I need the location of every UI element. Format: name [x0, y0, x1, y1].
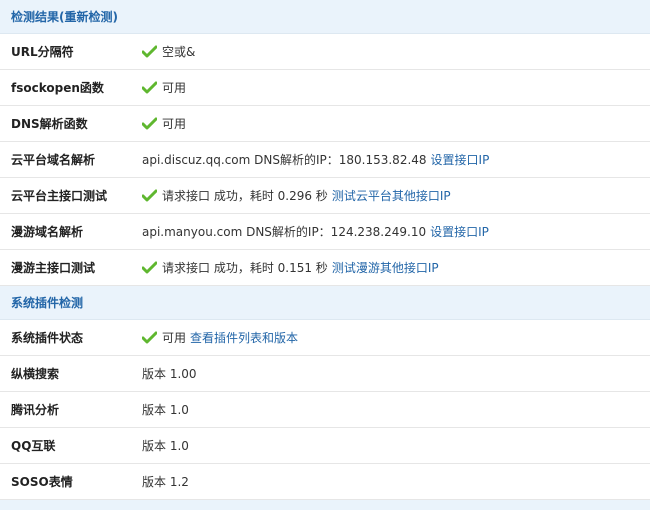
set-interface-ip-link[interactable]: 设置接口IP — [430, 223, 489, 240]
row-value: 版本 1.0 — [141, 437, 189, 454]
row-value-text: 可用 — [162, 331, 187, 345]
row-value-text: 可用 — [162, 117, 187, 131]
row-plugin-status: 系统插件状态 可用 查看插件列表和版本 — [0, 320, 650, 356]
check-icon — [142, 189, 157, 202]
row-label: 纵横搜索 — [11, 367, 60, 381]
row-value-text: 可用 — [162, 81, 187, 95]
row-value: 可用 — [141, 79, 186, 96]
row-value-text: api.manyou.com DNS解析的IP：124.238.249.10 — [142, 225, 427, 239]
row-label: 漫游主接口测试 — [11, 261, 96, 275]
check-icon — [142, 331, 157, 344]
check-icon — [142, 81, 157, 94]
check-icon — [142, 45, 157, 58]
row-value: 请求接口 成功，耗时 0.151 秒 测试漫游其他接口IP — [141, 259, 439, 276]
row-label: 漫游域名解析 — [11, 225, 84, 239]
section-title-plugins: 系统插件检测 — [11, 296, 84, 310]
row-label: 云平台主接口测试 — [11, 189, 108, 203]
row-value-text: 版本 1.0 — [142, 403, 189, 417]
row-value: api.discuz.qq.com DNS解析的IP：180.153.82.48… — [141, 151, 489, 168]
row-value-text: api.discuz.qq.com DNS解析的IP：180.153.82.48 — [142, 153, 427, 167]
row-value-text: 请求接口 成功，耗时 0.151 秒 — [162, 261, 328, 275]
recheck-link[interactable]: 重新检测 — [65, 10, 113, 24]
row-label: QQ互联 — [11, 439, 56, 453]
row-value: 可用 查看插件列表和版本 — [141, 329, 298, 346]
row-value: 版本 1.2 — [141, 473, 189, 490]
row-value: api.manyou.com DNS解析的IP：124.238.249.10 设… — [141, 223, 489, 240]
row-label: DNS解析函数 — [11, 117, 88, 131]
row-label: SOSO表情 — [11, 475, 73, 489]
row-plugin-soso-emoji: SOSO表情 版本 1.2 — [0, 464, 650, 500]
row-cloud-main-interface: 云平台主接口测试 请求接口 成功，耗时 0.296 秒 测试云平台其他接口IP — [0, 178, 650, 214]
row-value-text: 版本 1.00 — [142, 367, 197, 381]
row-label: URL分隔符 — [11, 45, 74, 59]
row-plugin-analytics: 腾讯分析 版本 1.0 — [0, 392, 650, 428]
test-manyou-other-ip-link[interactable]: 测试漫游其他接口IP — [332, 259, 439, 276]
row-dns-function: DNS解析函数 可用 — [0, 106, 650, 142]
row-value-text: 空或& — [162, 45, 196, 59]
view-plugin-list-link[interactable]: 查看插件列表和版本 — [190, 329, 298, 346]
row-plugin-search: 纵横搜索 版本 1.00 — [0, 356, 650, 392]
section-title-results: 检测结果(重新检测) — [11, 8, 118, 25]
row-label: 腾讯分析 — [11, 403, 60, 417]
row-value: 版本 1.0 — [141, 401, 189, 418]
row-value: 版本 1.00 — [141, 365, 197, 382]
section-header-plugins: 系统插件检测 — [0, 286, 650, 320]
row-label: fsockopen函数 — [11, 81, 104, 95]
row-value-text: 版本 1.2 — [142, 475, 189, 489]
row-manyou-dns: 漫游域名解析 api.manyou.com DNS解析的IP：124.238.2… — [0, 214, 650, 250]
row-value: 空或& — [141, 43, 195, 60]
row-value-text: 版本 1.0 — [142, 439, 189, 453]
row-cloud-dns: 云平台域名解析 api.discuz.qq.com DNS解析的IP：180.1… — [0, 142, 650, 178]
check-icon — [142, 261, 157, 274]
row-label: 系统插件状态 — [11, 331, 84, 345]
test-cloud-other-ip-link[interactable]: 测试云平台其他接口IP — [332, 187, 451, 204]
check-icon — [142, 117, 157, 130]
row-value: 请求接口 成功，耗时 0.296 秒 测试云平台其他接口IP — [141, 187, 451, 204]
row-value-text: 请求接口 成功，耗时 0.296 秒 — [162, 189, 328, 203]
set-interface-ip-link[interactable]: 设置接口IP — [431, 151, 490, 168]
relink-close-paren: ) — [112, 10, 118, 24]
section-header-results: 检测结果(重新检测) — [0, 0, 650, 34]
row-fsockopen: fsockopen函数 可用 — [0, 70, 650, 106]
results-title-text: 检测结果 — [11, 10, 60, 24]
row-value: 可用 — [141, 115, 186, 132]
diagnostic-panel: 检测结果(重新检测) URL分隔符 空或& fsockopen函数 可用 DNS… — [0, 0, 650, 512]
bottom-strip — [0, 500, 650, 510]
row-manyou-main-interface: 漫游主接口测试 请求接口 成功，耗时 0.151 秒 测试漫游其他接口IP — [0, 250, 650, 286]
row-label: 云平台域名解析 — [11, 153, 96, 167]
row-plugin-qq-connect: QQ互联 版本 1.0 — [0, 428, 650, 464]
row-url-separator: URL分隔符 空或& — [0, 34, 650, 70]
